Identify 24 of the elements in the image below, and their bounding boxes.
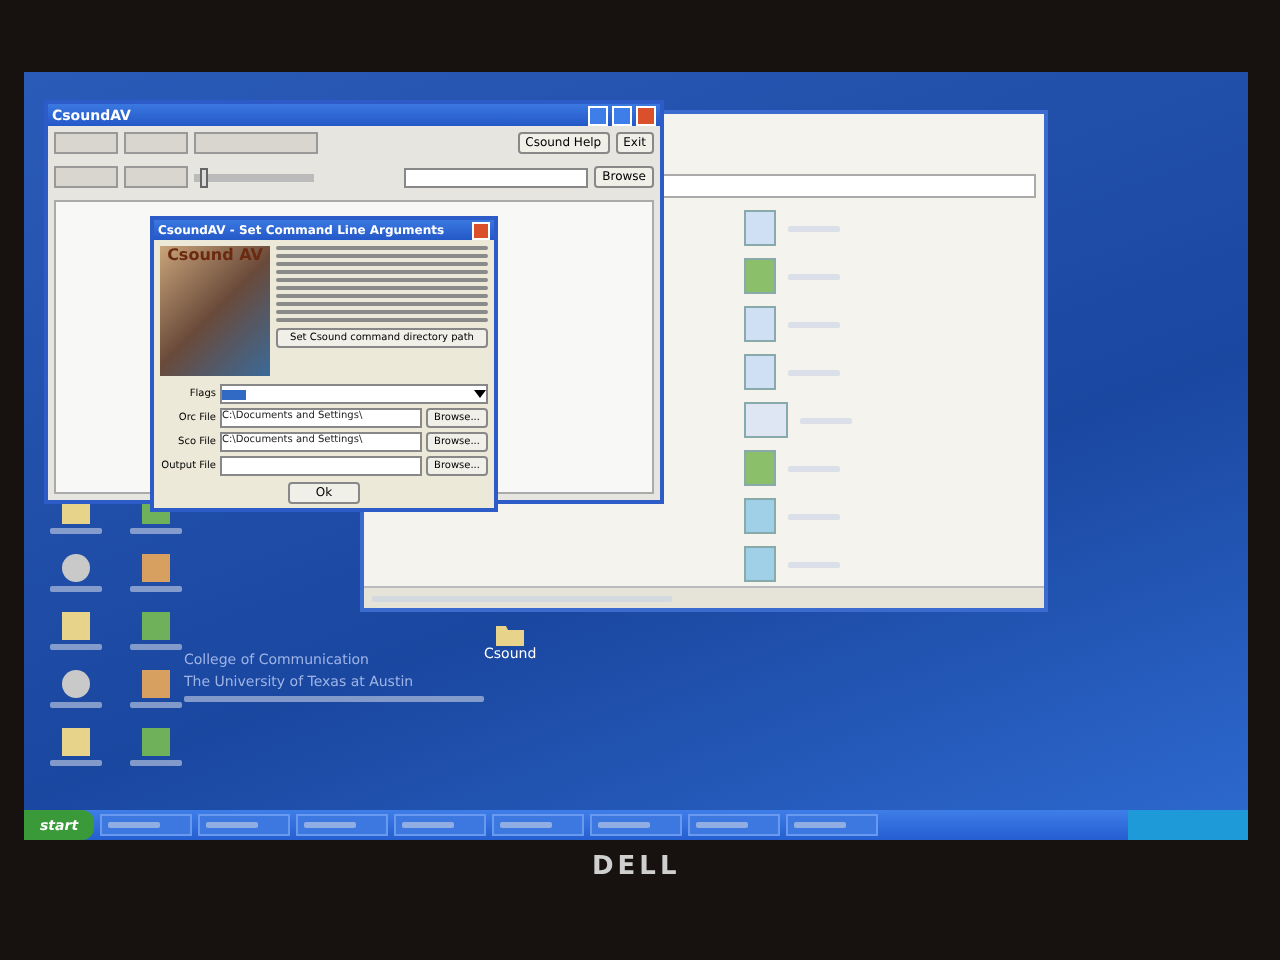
taskbar-task[interactable] (688, 814, 781, 836)
system-tray (1128, 810, 1248, 840)
taskbar-task[interactable] (198, 814, 291, 836)
folder-icon (496, 622, 525, 646)
input-field[interactable] (220, 456, 423, 476)
bezel-logo: DELL (592, 852, 681, 882)
taskbar-task[interactable] (296, 814, 389, 836)
blurred-button-drawing[interactable] (54, 132, 118, 154)
blurred-button-drawing[interactable] (124, 166, 188, 188)
blurred-button-drawing[interactable] (54, 166, 118, 188)
flags-dropdown[interactable] (220, 384, 488, 404)
close-button[interactable] (472, 221, 490, 239)
output-field[interactable] (404, 167, 589, 187)
taskbar-task[interactable] (394, 814, 487, 836)
caret-icon (474, 390, 486, 398)
taskbar-task[interactable] (786, 814, 879, 836)
taskbar-task[interactable] (100, 814, 193, 836)
blurred-button-drawing[interactable] (194, 132, 318, 154)
logo-text: Csound AV (167, 246, 263, 264)
blurred-button-drawing[interactable] (124, 132, 188, 154)
taskbar-task[interactable] (590, 814, 683, 836)
slider-thumb[interactable] (200, 167, 208, 187)
taskbar-task[interactable] (492, 814, 585, 836)
window-controls-drawing[interactable] (588, 105, 656, 125)
